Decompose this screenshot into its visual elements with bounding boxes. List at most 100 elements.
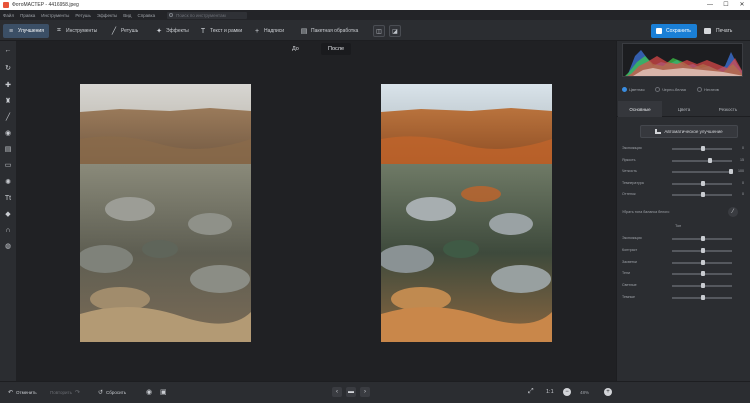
tab-tools[interactable]: ⌗ Инструменты	[51, 24, 101, 38]
tone-slider-knob[interactable]	[701, 295, 705, 300]
crop-icon: ⌗	[57, 27, 61, 34]
floppy-icon	[656, 28, 662, 34]
undo-button[interactable]: ↶ Отменить	[8, 385, 37, 399]
view-mode-bw[interactable]: Черно-белая	[655, 87, 686, 92]
magic-wand-icon: ✦	[156, 28, 162, 35]
search-icon	[169, 12, 174, 17]
landscape-after-image	[381, 84, 552, 342]
zoom-1to1-button[interactable]: 1:1	[546, 385, 554, 399]
tone-slider-knob[interactable]	[701, 283, 705, 289]
compare-split-button[interactable]: ◫	[373, 25, 385, 37]
stamp-icon[interactable]: ♜	[3, 96, 13, 106]
tone-slider-knob[interactable]	[701, 236, 705, 241]
menu-edit[interactable]: Правка	[20, 13, 35, 18]
radio-bw[interactable]	[655, 87, 660, 92]
basic-slider-knob[interactable]	[728, 169, 733, 174]
view-mode-color[interactable]: Цветная	[622, 87, 645, 92]
zoom-out-button[interactable]: −	[563, 388, 571, 396]
tone-slider-knob[interactable]	[701, 247, 705, 253]
tab-text-frames[interactable]: T Текст и рамки	[195, 24, 246, 38]
preview-toggle-button[interactable]: ◉	[146, 385, 152, 399]
basic-slider-knob[interactable]	[701, 192, 705, 197]
fit-screen-button[interactable]: ⤢	[528, 385, 534, 399]
radio-color[interactable]	[622, 87, 627, 92]
magnet-icon[interactable]: ∩	[3, 225, 13, 235]
reset-button[interactable]: ↺ Сбросить	[98, 385, 126, 399]
tab-retouch-label: Ретушь	[121, 28, 139, 34]
basic-slider-label: Экспозиция	[622, 146, 642, 150]
auto-enhance-button[interactable]: Автоматическое улучшение	[640, 125, 738, 138]
redo-button[interactable]: Повторить ↷	[50, 385, 83, 399]
compare-panel-button[interactable]: ▣	[160, 385, 167, 399]
minimize-button[interactable]: —	[702, 0, 718, 10]
basic-slider-knob[interactable]	[701, 146, 705, 151]
tab-effects[interactable]: ✦ Эффекты	[151, 24, 193, 38]
frame-icon[interactable]: ▭	[3, 160, 13, 170]
next-image-button[interactable]: ›	[360, 387, 370, 397]
save-button[interactable]: Сохранить	[651, 24, 697, 38]
sun-icon[interactable]: ✺	[3, 177, 13, 187]
pipette-icon[interactable]: ⁄	[728, 207, 738, 217]
view-mode-negative[interactable]: Негатив	[697, 87, 719, 92]
rotate-icon[interactable]: ↻	[3, 63, 13, 73]
tone-slider-row: Тени	[622, 270, 744, 278]
after-label: После	[321, 43, 351, 55]
menu-tools[interactable]: Инструменты	[41, 13, 69, 18]
back-arrow-icon[interactable]: ←	[3, 45, 13, 55]
tab-colors[interactable]: Цвета	[662, 101, 706, 117]
eye-icon: ◉	[146, 389, 153, 396]
brush-tool-icon[interactable]: ╱	[3, 112, 13, 122]
print-button[interactable]: Печать	[700, 24, 746, 38]
tone-slider-label: Контраст	[622, 247, 638, 252]
menu-bar: Файл Правка Инструменты Ретушь Эффекты В…	[0, 10, 750, 20]
tab-sharpness[interactable]: Резкость	[706, 101, 750, 117]
search-input[interactable]: Поиск по инструментам	[167, 11, 248, 19]
gradient-icon[interactable]: ▤	[3, 144, 13, 154]
reset-label: Сбросить	[106, 389, 127, 395]
maximize-button[interactable]: ☐	[718, 0, 734, 10]
tone-slider-label: Засветки	[622, 259, 637, 264]
batch-icon: ▤	[300, 28, 308, 35]
tab-retouch[interactable]: ╱ Ретушь	[106, 24, 142, 38]
close-button[interactable]: ✕	[734, 0, 750, 10]
tab-batch[interactable]: ▤ Пакетная обработка	[296, 24, 362, 38]
menu-help[interactable]: Справка	[137, 13, 155, 18]
redo-label: Повторить	[50, 389, 72, 395]
heal-icon[interactable]: ✚	[3, 80, 13, 90]
tab-captions[interactable]: + Надписи	[249, 24, 288, 38]
tab-batch-label: Пакетная обработка	[311, 28, 359, 34]
tone-slider-row: Экспозиция	[622, 235, 744, 243]
print-label: Печать	[716, 28, 733, 34]
basic-slider-row: Температура 0	[622, 180, 744, 188]
prev-image-button[interactable]: ‹	[332, 387, 342, 397]
menu-view[interactable]: Вид	[123, 13, 131, 18]
basic-slider-row: Четкость 100	[622, 168, 744, 176]
sliders-icon: ≡	[8, 27, 14, 35]
tone-slider-knob[interactable]	[701, 259, 705, 265]
basic-slider-track[interactable]	[672, 171, 732, 173]
zoom-in-button[interactable]: +	[604, 388, 612, 396]
menu-effects[interactable]: Эффекты	[97, 13, 117, 18]
before-label: До	[292, 46, 299, 52]
menu-retouch[interactable]: Ретушь	[75, 13, 90, 18]
basic-slider-value: 15	[740, 157, 744, 162]
basic-slider-knob[interactable]	[707, 157, 712, 163]
radio-negative[interactable]	[697, 87, 702, 92]
printer-icon	[704, 28, 711, 34]
tone-slider-knob[interactable]	[701, 271, 705, 277]
radial-filter-icon[interactable]: ◉	[3, 128, 13, 138]
fill-icon[interactable]: ◆	[3, 209, 13, 219]
basic-slider-track[interactable]	[672, 159, 732, 162]
view-mode-negative-label: Негатив	[704, 87, 719, 92]
tab-enhancements[interactable]: ≡ Улучшения	[3, 24, 49, 38]
basic-slider-row: Экспозиция 0	[622, 145, 744, 153]
tone-slider-label: Экспозиция	[622, 236, 642, 240]
folder-button[interactable]: ▬	[346, 387, 356, 397]
globe-icon[interactable]: ◍	[3, 241, 13, 251]
histogram-graph	[625, 50, 742, 76]
menu-file[interactable]: Файл	[3, 13, 14, 18]
compare-toggle-button[interactable]: ◪	[389, 25, 401, 37]
basic-slider-knob[interactable]	[701, 180, 705, 186]
tab-basic[interactable]: Основные	[618, 101, 662, 117]
text-tool-icon[interactable]: Tt	[3, 193, 13, 203]
